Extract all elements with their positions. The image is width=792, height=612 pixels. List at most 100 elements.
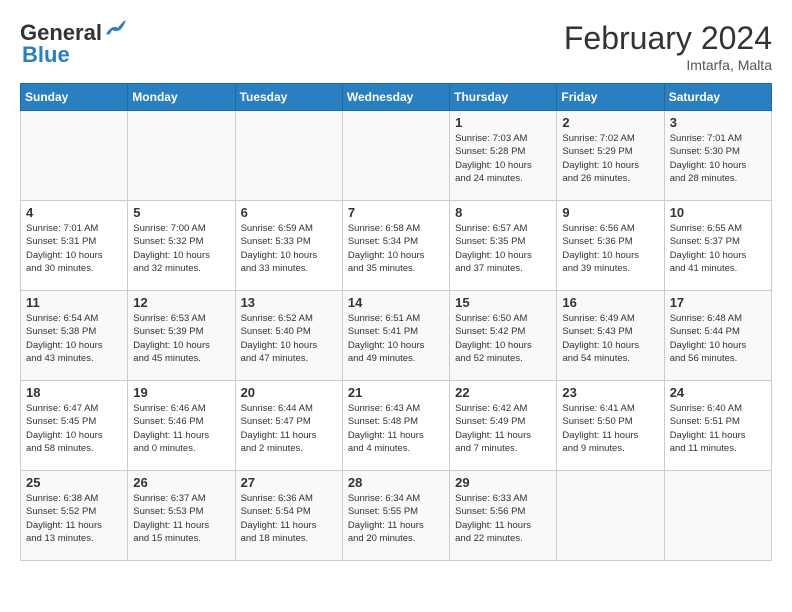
day-info: Sunrise: 6:41 AM Sunset: 5:50 PM Dayligh… bbox=[562, 402, 658, 455]
week-row-3: 11 Sunrise: 6:54 AM Sunset: 5:38 PM Dayli… bbox=[21, 291, 772, 381]
page-header: General Blue February 2024 Imtarfa, Malt… bbox=[20, 20, 772, 73]
day-number: 22 bbox=[455, 385, 551, 400]
day-number: 1 bbox=[455, 115, 551, 130]
day-cell: 20 Sunrise: 6:44 AM Sunset: 5:47 PM Dayli… bbox=[235, 381, 342, 471]
day-cell: 17 Sunrise: 6:48 AM Sunset: 5:44 PM Dayli… bbox=[664, 291, 771, 381]
day-cell: 7Sunrise: 6:58 AM Sunset: 5:34 PM Daylig… bbox=[342, 201, 449, 291]
day-number: 18 bbox=[26, 385, 122, 400]
day-number: 11 bbox=[26, 295, 122, 310]
day-cell bbox=[557, 471, 664, 561]
day-info: Sunrise: 6:37 AM Sunset: 5:53 PM Dayligh… bbox=[133, 492, 229, 545]
day-cell: 2 Sunrise: 7:02 AM Sunset: 5:29 PM Daylig… bbox=[557, 111, 664, 201]
day-number: 25 bbox=[26, 475, 122, 490]
logo: General Blue bbox=[20, 20, 126, 68]
logo-bird-icon bbox=[104, 20, 126, 38]
day-cell: 14 Sunrise: 6:51 AM Sunset: 5:41 PM Dayli… bbox=[342, 291, 449, 381]
day-cell: 4 Sunrise: 7:01 AM Sunset: 5:31 PM Daylig… bbox=[21, 201, 128, 291]
day-info: Sunrise: 6:58 AM Sunset: 5:34 PM Dayligh… bbox=[348, 222, 444, 275]
week-row-1: 1 Sunrise: 7:03 AM Sunset: 5:28 PM Daylig… bbox=[21, 111, 772, 201]
day-number: 23 bbox=[562, 385, 658, 400]
day-number: 20 bbox=[241, 385, 337, 400]
day-cell: 8 Sunrise: 6:57 AM Sunset: 5:35 PM Daylig… bbox=[450, 201, 557, 291]
day-cell: 24Sunrise: 6:40 AM Sunset: 5:51 PM Dayli… bbox=[664, 381, 771, 471]
day-info: Sunrise: 6:59 AM Sunset: 5:33 PM Dayligh… bbox=[241, 222, 337, 275]
day-info: Sunrise: 6:48 AM Sunset: 5:44 PM Dayligh… bbox=[670, 312, 766, 365]
day-number: 29 bbox=[455, 475, 551, 490]
day-cell: 6Sunrise: 6:59 AM Sunset: 5:33 PM Daylig… bbox=[235, 201, 342, 291]
day-cell bbox=[235, 111, 342, 201]
day-cell: 12 Sunrise: 6:53 AM Sunset: 5:39 PM Dayli… bbox=[128, 291, 235, 381]
logo-blue: Blue bbox=[22, 42, 70, 68]
day-cell: 13 Sunrise: 6:52 AM Sunset: 5:40 PM Dayli… bbox=[235, 291, 342, 381]
day-number: 5 bbox=[133, 205, 229, 220]
title-area: February 2024 Imtarfa, Malta bbox=[564, 20, 772, 73]
weekday-header-wednesday: Wednesday bbox=[342, 84, 449, 111]
day-info: Sunrise: 6:40 AM Sunset: 5:51 PM Dayligh… bbox=[670, 402, 766, 455]
day-info: Sunrise: 7:03 AM Sunset: 5:28 PM Dayligh… bbox=[455, 132, 551, 185]
day-info: Sunrise: 7:01 AM Sunset: 5:31 PM Dayligh… bbox=[26, 222, 122, 275]
day-info: Sunrise: 6:49 AM Sunset: 5:43 PM Dayligh… bbox=[562, 312, 658, 365]
weekday-header-sunday: Sunday bbox=[21, 84, 128, 111]
day-info: Sunrise: 6:43 AM Sunset: 5:48 PM Dayligh… bbox=[348, 402, 444, 455]
day-cell: 28 Sunrise: 6:34 AM Sunset: 5:55 PM Dayli… bbox=[342, 471, 449, 561]
day-info: Sunrise: 6:50 AM Sunset: 5:42 PM Dayligh… bbox=[455, 312, 551, 365]
day-info: Sunrise: 6:34 AM Sunset: 5:55 PM Dayligh… bbox=[348, 492, 444, 545]
day-cell: 15 Sunrise: 6:50 AM Sunset: 5:42 PM Dayli… bbox=[450, 291, 557, 381]
day-cell: 25 Sunrise: 6:38 AM Sunset: 5:52 PM Dayli… bbox=[21, 471, 128, 561]
month-title: February 2024 bbox=[564, 20, 772, 57]
day-cell: 3 Sunrise: 7:01 AM Sunset: 5:30 PM Daylig… bbox=[664, 111, 771, 201]
day-cell bbox=[664, 471, 771, 561]
day-cell: 9Sunrise: 6:56 AM Sunset: 5:36 PM Daylig… bbox=[557, 201, 664, 291]
day-number: 12 bbox=[133, 295, 229, 310]
day-info: Sunrise: 6:55 AM Sunset: 5:37 PM Dayligh… bbox=[670, 222, 766, 275]
weekday-header-saturday: Saturday bbox=[664, 84, 771, 111]
day-info: Sunrise: 6:53 AM Sunset: 5:39 PM Dayligh… bbox=[133, 312, 229, 365]
day-cell: 21 Sunrise: 6:43 AM Sunset: 5:48 PM Dayli… bbox=[342, 381, 449, 471]
day-cell bbox=[342, 111, 449, 201]
day-cell: 22 Sunrise: 6:42 AM Sunset: 5:49 PM Dayli… bbox=[450, 381, 557, 471]
weekday-header-thursday: Thursday bbox=[450, 84, 557, 111]
day-number: 14 bbox=[348, 295, 444, 310]
day-number: 26 bbox=[133, 475, 229, 490]
header-row: SundayMondayTuesdayWednesdayThursdayFrid… bbox=[21, 84, 772, 111]
day-cell: 27Sunrise: 6:36 AM Sunset: 5:54 PM Dayli… bbox=[235, 471, 342, 561]
day-info: Sunrise: 6:36 AM Sunset: 5:54 PM Dayligh… bbox=[241, 492, 337, 545]
day-info: Sunrise: 7:02 AM Sunset: 5:29 PM Dayligh… bbox=[562, 132, 658, 185]
day-info: Sunrise: 6:54 AM Sunset: 5:38 PM Dayligh… bbox=[26, 312, 122, 365]
day-cell bbox=[21, 111, 128, 201]
day-number: 19 bbox=[133, 385, 229, 400]
calendar-table: SundayMondayTuesdayWednesdayThursdayFrid… bbox=[20, 83, 772, 561]
day-cell bbox=[128, 111, 235, 201]
day-number: 21 bbox=[348, 385, 444, 400]
day-info: Sunrise: 7:00 AM Sunset: 5:32 PM Dayligh… bbox=[133, 222, 229, 275]
day-info: Sunrise: 6:33 AM Sunset: 5:56 PM Dayligh… bbox=[455, 492, 551, 545]
day-info: Sunrise: 6:42 AM Sunset: 5:49 PM Dayligh… bbox=[455, 402, 551, 455]
day-info: Sunrise: 6:47 AM Sunset: 5:45 PM Dayligh… bbox=[26, 402, 122, 455]
day-info: Sunrise: 6:44 AM Sunset: 5:47 PM Dayligh… bbox=[241, 402, 337, 455]
day-number: 17 bbox=[670, 295, 766, 310]
day-number: 28 bbox=[348, 475, 444, 490]
day-info: Sunrise: 7:01 AM Sunset: 5:30 PM Dayligh… bbox=[670, 132, 766, 185]
day-cell: 16Sunrise: 6:49 AM Sunset: 5:43 PM Dayli… bbox=[557, 291, 664, 381]
day-number: 9 bbox=[562, 205, 658, 220]
day-info: Sunrise: 6:52 AM Sunset: 5:40 PM Dayligh… bbox=[241, 312, 337, 365]
day-info: Sunrise: 6:57 AM Sunset: 5:35 PM Dayligh… bbox=[455, 222, 551, 275]
day-cell: 10Sunrise: 6:55 AM Sunset: 5:37 PM Dayli… bbox=[664, 201, 771, 291]
day-cell: 5 Sunrise: 7:00 AM Sunset: 5:32 PM Daylig… bbox=[128, 201, 235, 291]
day-cell: 11 Sunrise: 6:54 AM Sunset: 5:38 PM Dayli… bbox=[21, 291, 128, 381]
day-number: 3 bbox=[670, 115, 766, 130]
weekday-header-monday: Monday bbox=[128, 84, 235, 111]
day-number: 13 bbox=[241, 295, 337, 310]
week-row-2: 4 Sunrise: 7:01 AM Sunset: 5:31 PM Daylig… bbox=[21, 201, 772, 291]
day-cell: 18 Sunrise: 6:47 AM Sunset: 5:45 PM Dayli… bbox=[21, 381, 128, 471]
day-cell: 26 Sunrise: 6:37 AM Sunset: 5:53 PM Dayli… bbox=[128, 471, 235, 561]
day-number: 8 bbox=[455, 205, 551, 220]
day-info: Sunrise: 6:51 AM Sunset: 5:41 PM Dayligh… bbox=[348, 312, 444, 365]
day-cell: 29 Sunrise: 6:33 AM Sunset: 5:56 PM Dayli… bbox=[450, 471, 557, 561]
day-number: 2 bbox=[562, 115, 658, 130]
day-info: Sunrise: 6:38 AM Sunset: 5:52 PM Dayligh… bbox=[26, 492, 122, 545]
day-number: 4 bbox=[26, 205, 122, 220]
day-cell: 19Sunrise: 6:46 AM Sunset: 5:46 PM Dayli… bbox=[128, 381, 235, 471]
day-number: 15 bbox=[455, 295, 551, 310]
week-row-5: 25 Sunrise: 6:38 AM Sunset: 5:52 PM Dayli… bbox=[21, 471, 772, 561]
